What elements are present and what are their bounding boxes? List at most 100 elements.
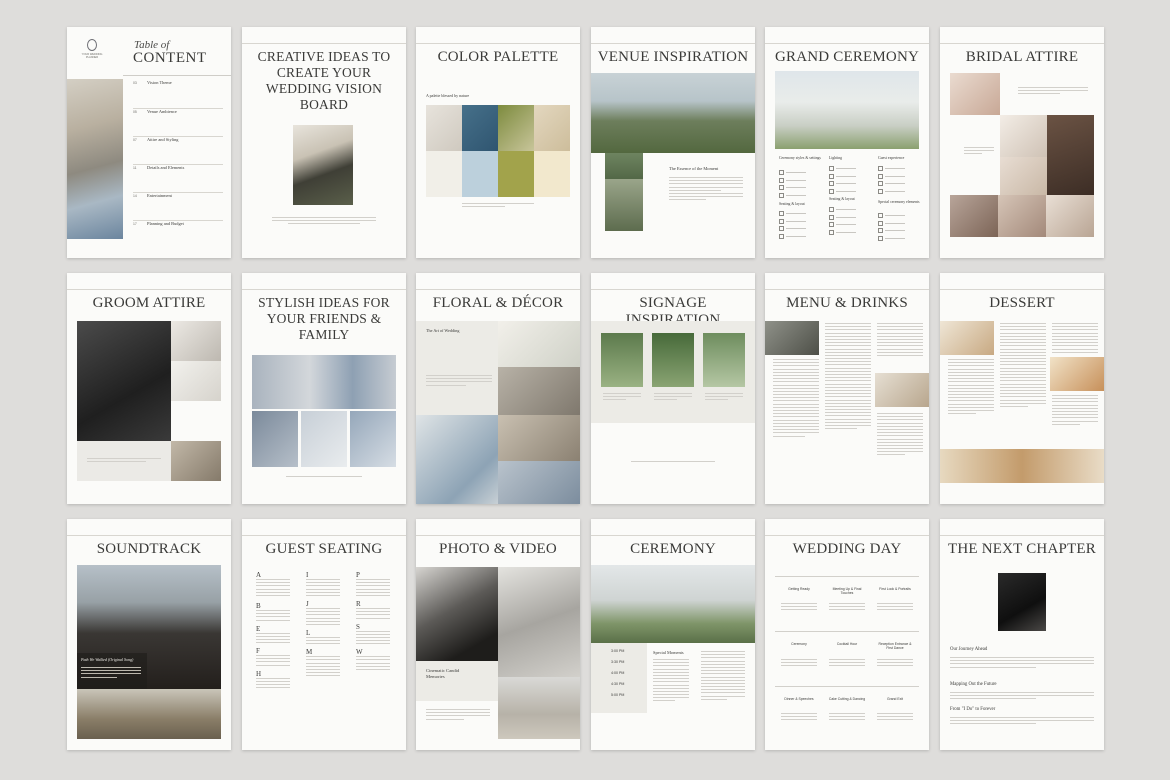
seating-letter: L (306, 628, 311, 637)
signage-photo-1 (601, 333, 643, 387)
checklist (779, 170, 806, 200)
body-text (631, 461, 715, 464)
toc-entry[interactable]: 07 Attire and Styling (133, 137, 223, 165)
venue-photo-main (591, 73, 755, 153)
swatch-color-1 (426, 151, 462, 197)
header-rule (591, 43, 755, 44)
page-the-next-chapter[interactable]: THE NEXT CHAPTER Our Journey Ahead Mappi… (940, 519, 1104, 750)
groom-photo-cufflink (171, 441, 221, 481)
seating-letter: A (256, 571, 262, 579)
veil-photo (498, 567, 580, 677)
header-rule (242, 289, 406, 290)
signage-photo-3 (703, 333, 745, 387)
header-rule (591, 535, 755, 536)
floral-subtitle: The Art of Wedding (426, 328, 460, 333)
bride-photo-2 (1000, 115, 1047, 157)
body-text (426, 709, 490, 722)
checklist (878, 213, 905, 243)
body-text (705, 393, 743, 403)
beach-photo (498, 677, 580, 739)
page-table-of-content[interactable]: YOUR WEDDING PLANNER Table of CONTENT 03… (67, 27, 231, 258)
floral-text-block (416, 321, 498, 415)
logo-text: YOUR WEDDING PLANNER (81, 53, 103, 59)
body-text (653, 659, 689, 704)
col-subheading-2: Seating & layout (829, 197, 855, 201)
page-title: WEDDING DAY (792, 541, 902, 557)
slot-notes (829, 603, 865, 613)
seating-letter: B (256, 601, 261, 610)
dessert-col-3b (1052, 395, 1098, 427)
page-stylish-ideas[interactable]: STYLISH IDEAS FOR YOUR FRIENDS & FAMILY (242, 273, 406, 504)
page-creative-ideas[interactable]: CREATIVE IDEAS TO CREATE YOUR WEDDING VI… (242, 27, 406, 258)
signage-photo-2 (652, 333, 694, 387)
ceremony-photo (591, 565, 755, 643)
body-text (1018, 87, 1088, 97)
header-rule (940, 535, 1104, 536)
page-venue-inspiration[interactable]: VENUE INSPIRATION The Essence of the Mom… (591, 27, 755, 258)
header-rule (67, 289, 231, 290)
toc-rule (123, 75, 231, 76)
toc-entry[interactable]: 11 Details and Elements (133, 165, 223, 193)
page-grand-ceremony[interactable]: GRAND CEREMONY Ceremony styles & setting… (765, 27, 929, 258)
floral-photo-linen (498, 461, 580, 504)
header-rule (242, 43, 406, 44)
timeline: 3:00 PM 3:30 PM 4:00 PM 4:30 PM 5:00 PM (611, 649, 624, 697)
seating-letter: E (256, 624, 261, 633)
body-text (286, 476, 362, 479)
header-rule (242, 535, 406, 536)
page-floral-decor[interactable]: FLORAL & DÉCOR The Art of Wedding (416, 273, 580, 504)
page-color-palette[interactable]: COLOR PALETTE A palette blessed by natur… (416, 27, 580, 258)
floral-photo-table (416, 415, 498, 504)
page-title: VENUE INSPIRATION (597, 49, 749, 65)
body-text (950, 717, 1094, 727)
toc-entry[interactable]: 05 Venue Ambience (133, 109, 223, 137)
palette-subtitle: A palette blessed by nature (426, 93, 470, 98)
menu-photo-1 (765, 321, 819, 355)
photo-caption: Cinematic Candid Memories (426, 668, 460, 679)
page-ceremony[interactable]: CEREMONY 3:00 PM 3:30 PM 4:00 PM 4:30 PM… (591, 519, 755, 750)
page-groom-attire[interactable]: GROOM ATTIRE (67, 273, 231, 504)
time-slot: 4:00 PM (611, 671, 625, 675)
song-lyrics (81, 667, 141, 680)
page-menu-drinks[interactable]: MENU & DRINKS (765, 273, 929, 504)
heading-forever: From "I Do" to Forever (950, 707, 996, 712)
body-text (950, 692, 1094, 702)
bride-photo-3 (1047, 115, 1094, 195)
slot-8: Cake Cutting & Dancing (828, 697, 866, 701)
menu-col-1 (773, 359, 819, 439)
body-text (669, 177, 743, 203)
slot-notes (829, 659, 865, 669)
slot-7: Dinner & Speeches (784, 697, 814, 701)
swatch-color-3 (498, 151, 534, 197)
bride-photo-1 (950, 73, 1000, 115)
body-text (462, 203, 534, 209)
body-text (426, 375, 492, 388)
page-guest-seating[interactable]: GUEST SEATING A B E F H I J L M P R S W (242, 519, 406, 750)
slot-notes (877, 713, 913, 723)
header-rule (591, 289, 755, 290)
seating-letter: S (356, 622, 360, 631)
caption-block (416, 661, 498, 701)
dessert-photo-2 (1050, 357, 1104, 391)
song-title: Path We Walked (Original Song) (81, 657, 134, 662)
page-photo-video[interactable]: PHOTO & VIDEO Cinematic Candid Memories (416, 519, 580, 750)
page-signage-inspiration[interactable]: SIGNAGE INSPIRATION (591, 273, 755, 504)
toc-entry[interactable]: 03 Vision Theme (133, 80, 223, 109)
col-subheading-1: Seating & layout (779, 202, 805, 206)
slot-notes (829, 713, 865, 723)
menu-col-3b (877, 413, 923, 458)
body-text (272, 217, 376, 227)
header-rule (416, 289, 580, 290)
seating-col-2: I J L M (306, 571, 346, 679)
page-soundtrack[interactable]: SOUNDTRACK Path We Walked (Original Song… (67, 519, 231, 750)
page-dessert[interactable]: DESSERT (940, 273, 1104, 504)
dessert-col-2 (1000, 323, 1046, 409)
header-rule (765, 535, 929, 536)
page-bridal-attire[interactable]: BRIDAL ATTIRE (940, 27, 1104, 258)
toc-entry[interactable]: 14 Entertainment (133, 193, 223, 221)
swatch-photo-linen (426, 105, 462, 151)
toc-title: CONTENT (133, 50, 207, 66)
page-wedding-day[interactable]: WEDDING DAY Getting Ready Meeting Up & F… (765, 519, 929, 750)
toc-entry[interactable]: 17 Planning and Budget (133, 221, 223, 248)
seating-col-3: P R S W (356, 571, 396, 672)
